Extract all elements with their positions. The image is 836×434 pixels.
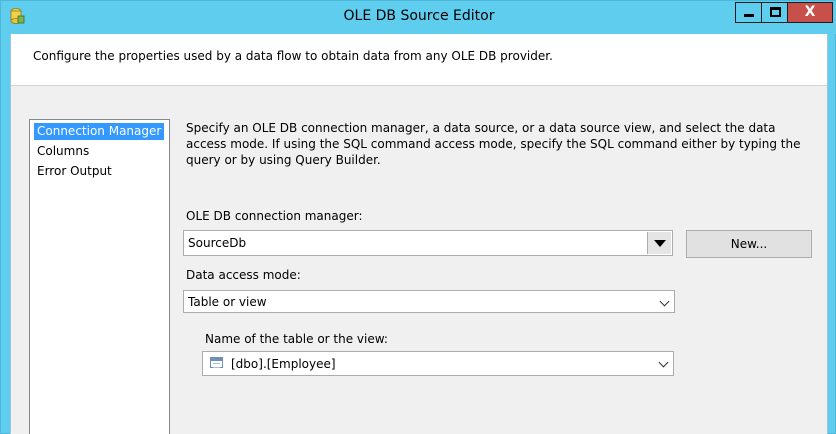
minimize-icon bbox=[744, 14, 754, 17]
new-connection-button[interactable]: New... bbox=[686, 230, 812, 258]
header-panel: Configure the properties used by a data … bbox=[11, 34, 827, 86]
connection-manager-value: SourceDb bbox=[188, 236, 247, 250]
close-icon: X bbox=[804, 4, 816, 20]
nav-item-columns[interactable]: Columns bbox=[34, 143, 92, 160]
page-description: Specify an OLE DB connection manager, a … bbox=[186, 121, 801, 167]
title-bar[interactable]: OLE DB Source Editor X bbox=[1, 1, 836, 34]
minimize-button[interactable] bbox=[735, 2, 762, 23]
maximize-icon bbox=[770, 7, 781, 17]
access-mode-label: Data access mode: bbox=[186, 268, 301, 282]
connection-manager-combo[interactable]: SourceDb bbox=[183, 230, 673, 256]
page-navigation-list[interactable]: Connection Manager Columns Error Output bbox=[29, 119, 170, 434]
chevron-down-icon bbox=[658, 357, 669, 368]
caption-buttons: X bbox=[735, 2, 833, 23]
close-button[interactable]: X bbox=[787, 2, 833, 23]
table-selection-group: Name of the table or the view: [dbo].[Em… bbox=[192, 323, 820, 434]
nav-item-error-output[interactable]: Error Output bbox=[34, 163, 115, 180]
table-name-label: Name of the table or the view: bbox=[205, 332, 388, 346]
dropdown-arrow-icon bbox=[654, 240, 666, 247]
table-name-select[interactable]: [dbo].[Employee] bbox=[202, 351, 674, 376]
maximize-button[interactable] bbox=[761, 2, 788, 23]
dialog-client-area: Configure the properties used by a data … bbox=[10, 34, 828, 434]
table-name-value: [dbo].[Employee] bbox=[231, 357, 336, 371]
header-description: Configure the properties used by a data … bbox=[33, 49, 553, 63]
access-mode-select[interactable]: Table or view bbox=[183, 290, 675, 313]
connection-manager-dropdown-button[interactable] bbox=[647, 232, 671, 254]
access-mode-value: Table or view bbox=[188, 295, 267, 309]
table-icon bbox=[210, 357, 223, 368]
nav-item-connection-manager[interactable]: Connection Manager bbox=[34, 123, 165, 140]
window-title: OLE DB Source Editor bbox=[343, 8, 495, 24]
chevron-down-icon bbox=[659, 296, 670, 307]
connection-manager-label: OLE DB connection manager: bbox=[186, 209, 363, 223]
dialog-window: OLE DB Source Editor X Configure the pro… bbox=[0, 0, 836, 434]
